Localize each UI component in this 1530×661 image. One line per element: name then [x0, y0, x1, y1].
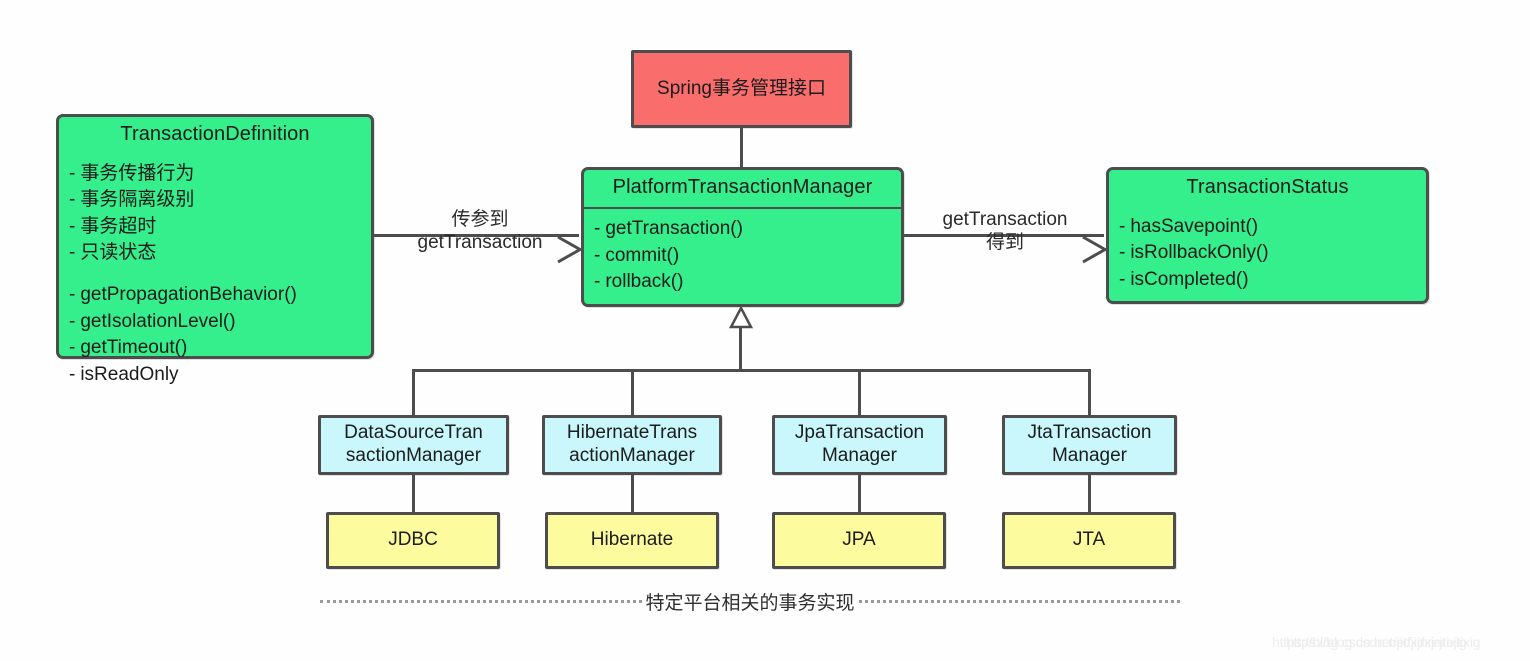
list-item: - commit()	[594, 244, 680, 266]
node-transaction-status-title: TransactionStatus	[1186, 176, 1349, 198]
connector-implementation-bus	[412, 369, 1091, 372]
node-platform-transaction-manager-title: PlatformTransactionManager	[612, 176, 873, 198]
node-hibernate-transaction-manager[interactable]: HibernateTrans actionManager	[542, 415, 722, 475]
list-item: - isRollbackOnly()	[1119, 242, 1269, 264]
list-item: - 只读状态	[69, 242, 157, 264]
list-item: - 事务超时	[69, 215, 157, 237]
node-datasource-transaction-manager-label-line2: sactionManager	[345, 445, 482, 466]
connector-hibernate-manager-to-hibernate	[631, 474, 634, 513]
node-jta-transaction-manager[interactable]: JtaTransaction Manager	[1002, 415, 1177, 475]
edge-label-right: getTransaction 得到	[942, 209, 1068, 254]
node-spring-transaction-interface[interactable]: Spring事务管理接口	[631, 50, 852, 128]
node-platform-hibernate-label: Hibernate	[590, 529, 674, 551]
node-datasource-transaction-manager[interactable]: DataSourceTran sactionManager	[318, 415, 509, 475]
connector-interface-to-manager	[740, 127, 743, 169]
diagram-canvas: Spring事务管理接口 TransactionDefinition - 事务传播…	[0, 0, 1530, 661]
connector-datasource-to-jdbc	[412, 474, 415, 513]
transaction-status-methods: - hasSavepoint() - isRollbackOnly() - isCom…	[1109, 207, 1426, 302]
connector-jta-manager-to-jta	[1088, 474, 1091, 513]
list-item: - getPropagationBehavior()	[69, 283, 297, 305]
connector-generalization-stem	[739, 327, 742, 371]
node-hibernate-transaction-manager-label-line2: actionManager	[569, 445, 695, 466]
list-item: - getTimeout()	[69, 337, 188, 359]
node-jpa-transaction-manager[interactable]: JpaTransaction Manager	[772, 415, 947, 475]
list-item: - getIsolationLevel()	[69, 310, 236, 332]
dotted-line-right	[858, 600, 1181, 603]
list-item: - 事务隔离级别	[69, 189, 195, 211]
list-item: - isCompleted()	[1119, 268, 1249, 290]
connector-jpa-manager-to-jpa	[858, 474, 861, 513]
node-hibernate-transaction-manager-label-line1: HibernateTrans	[566, 422, 698, 444]
node-platform-jpa-label: JPA	[842, 529, 876, 551]
node-spring-transaction-interface-label: Spring事务管理接口	[657, 77, 826, 99]
list-item: - rollback()	[594, 271, 684, 293]
list-item: - 事务传播行为	[69, 162, 195, 184]
node-platform-jdbc[interactable]: JDBC	[326, 512, 500, 569]
connector-drop-hibernate	[631, 369, 634, 417]
list-item: - isReadOnly	[69, 363, 179, 385]
node-platform-hibernate[interactable]: Hibernate	[545, 512, 719, 569]
platform-transaction-manager-methods: - getTransaction() - commit() - rollback()	[584, 209, 901, 304]
transaction-definition-attributes: - 事务传播行为 - 事务隔离级别 - 事务超时 - 只读状态	[59, 154, 371, 275]
connector-drop-jta	[1088, 369, 1091, 417]
node-platform-transaction-manager[interactable]: PlatformTransactionManager - getTransacti…	[581, 167, 904, 307]
node-jpa-transaction-manager-label-line2: Manager	[821, 445, 897, 466]
transaction-definition-methods: - getPropagationBehavior() - getIsolationL…	[59, 275, 371, 396]
node-jta-transaction-manager-label-line2: Manager	[1051, 445, 1127, 466]
node-transaction-status[interactable]: TransactionStatus - hasSavepoint() - isRol…	[1106, 167, 1429, 304]
list-item: - getTransaction()	[594, 218, 743, 240]
generalization-arrow-icon	[727, 307, 755, 329]
node-platform-jta-label: JTA	[1072, 529, 1106, 551]
node-datasource-transaction-manager-label-line1: DataSourceTran	[344, 422, 483, 444]
list-item: - hasSavepoint()	[1119, 215, 1259, 237]
node-platform-jpa[interactable]: JPA	[772, 512, 946, 569]
footer-note-label: 特定平台相关的事务实现	[645, 593, 855, 614]
edge-label-left: 传参到 getTransaction	[417, 209, 543, 254]
node-transaction-definition[interactable]: TransactionDefinition - 事务传播行为 - 事务隔离级别 -事…	[56, 114, 374, 385]
node-jpa-transaction-manager-label-line1: JpaTransaction	[794, 422, 925, 444]
node-transaction-definition-title: TransactionDefinition	[120, 123, 310, 145]
footer-note: 特定平台相关的事务实现	[320, 588, 1181, 615]
watermark-duplicate: https://blog.csdn.net/jidxjnrejtixig	[1286, 634, 1481, 650]
dotted-line-left	[320, 600, 642, 603]
node-jta-transaction-manager-label-line1: JtaTransaction	[1027, 422, 1152, 444]
connector-drop-jpa	[858, 369, 861, 417]
node-platform-jdbc-label: JDBC	[388, 529, 438, 551]
connector-drop-datasource	[412, 369, 415, 417]
node-platform-jta[interactable]: JTA	[1002, 512, 1176, 569]
